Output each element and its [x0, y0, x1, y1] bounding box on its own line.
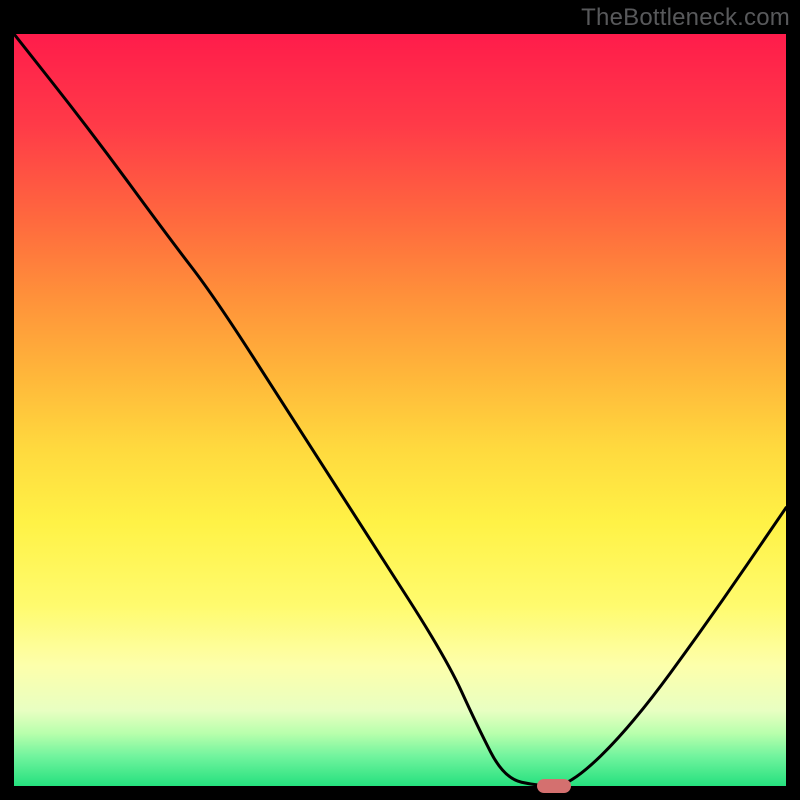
- chart-gradient-area: [14, 34, 786, 786]
- chart-frame: TheBottleneck.com: [0, 0, 800, 800]
- bottleneck-curve: [14, 34, 786, 786]
- watermark-text: TheBottleneck.com: [581, 4, 790, 32]
- optimal-point-marker: [537, 779, 571, 793]
